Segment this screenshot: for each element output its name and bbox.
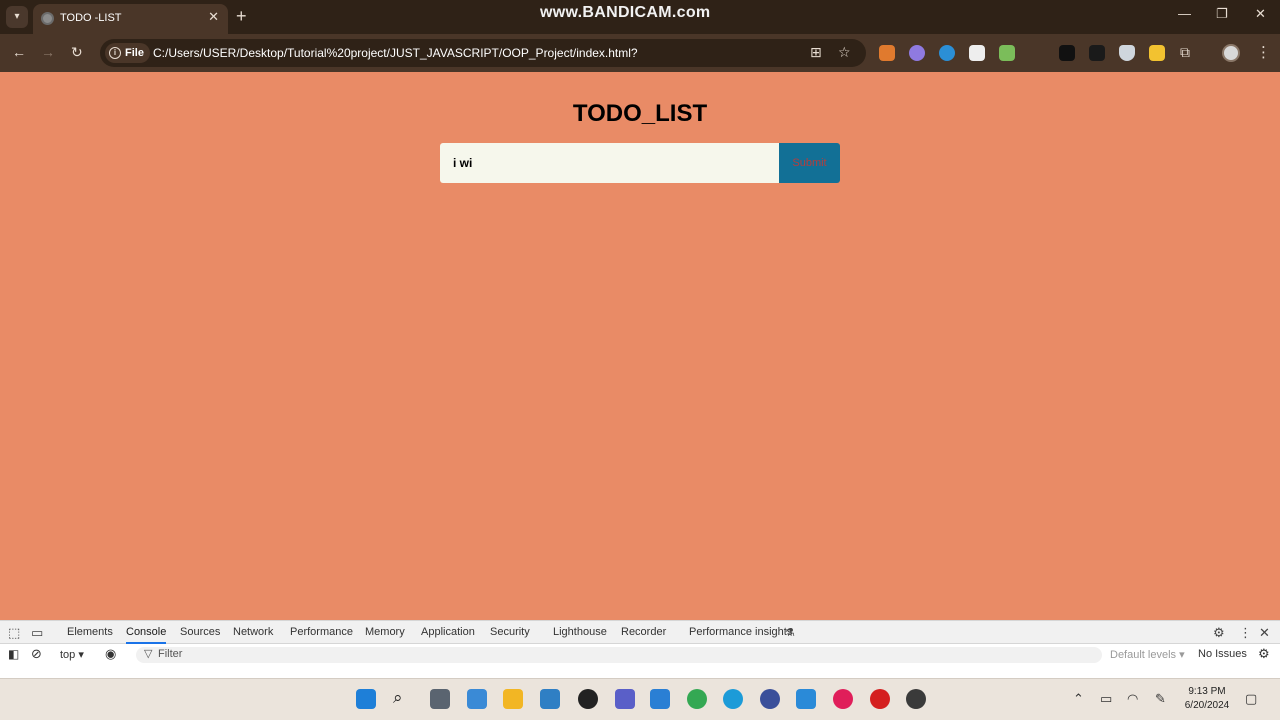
profile-icon[interactable] xyxy=(1222,44,1240,62)
url-text[interactable]: C:/Users/USER/Desktop/Tutorial%20project… xyxy=(153,46,638,60)
tab-search-icon[interactable]: ▾ xyxy=(6,6,28,28)
windows-start-icon[interactable] xyxy=(356,689,376,709)
log-levels-label: Default levels xyxy=(1110,649,1177,661)
sidebar-toggle-icon[interactable]: ◧ xyxy=(8,647,19,661)
page-title: TODO_LIST xyxy=(572,100,708,127)
tab-performance[interactable]: Performance xyxy=(290,626,353,638)
close-icon[interactable]: ✕ xyxy=(208,9,219,25)
tab-sources[interactable]: Sources xyxy=(180,626,220,638)
devtools-menu-icon[interactable]: ⋮ xyxy=(1239,625,1252,641)
eye-icon[interactable]: ◉ xyxy=(105,646,116,662)
clock-date: 6/20/2024 xyxy=(1184,700,1230,711)
chrome-icon[interactable] xyxy=(687,689,707,709)
maximize-icon[interactable]: ❐ xyxy=(1216,6,1228,22)
widgets-icon[interactable] xyxy=(467,689,487,709)
leaf-extension-icon[interactable] xyxy=(999,45,1015,61)
pen-icon[interactable]: ✎ xyxy=(1155,691,1166,707)
site-info-label: File xyxy=(125,47,144,59)
devtools-tab-bar: ⬚ ▭ Elements Console Sources Network Per… xyxy=(0,621,1280,644)
github-icon[interactable] xyxy=(578,689,598,709)
qr-extension-icon[interactable] xyxy=(969,45,985,61)
browser-tab[interactable]: TODO -LIST ✕ xyxy=(33,4,228,34)
recorder-watermark: www.BANDICAM.com xyxy=(540,4,711,21)
teams-icon[interactable] xyxy=(615,689,635,709)
clock[interactable]: 9:13 PM 6/20/2024 xyxy=(1180,685,1234,713)
settings-gear-icon[interactable]: ⚙ xyxy=(1213,625,1225,641)
notification-icon[interactable]: ▢ xyxy=(1245,691,1257,707)
context-value: top xyxy=(60,649,76,661)
edge-icon[interactable] xyxy=(723,689,743,709)
plus-icon[interactable]: + xyxy=(236,6,247,26)
ghost-extension-icon[interactable] xyxy=(909,45,925,61)
search-icon[interactable]: ⌕ xyxy=(393,688,403,708)
todo-form: Submit xyxy=(440,143,840,183)
info-icon: i xyxy=(109,47,121,59)
battery-icon[interactable]: ▭ xyxy=(1100,691,1112,707)
copilot-icon[interactable] xyxy=(760,689,780,709)
filter-input[interactable]: ▽ Filter xyxy=(136,647,1102,663)
tab-console[interactable]: Console xyxy=(126,626,167,644)
minimize-icon[interactable]: — xyxy=(1178,6,1191,21)
tab-elements[interactable]: Elements xyxy=(67,626,113,638)
fox-extension-icon[interactable] xyxy=(879,45,895,61)
menu-icon[interactable]: ⋮ xyxy=(1256,43,1271,61)
tab-lighthouse[interactable]: Lighthouse xyxy=(553,626,607,638)
submit-button[interactable]: Submit xyxy=(779,143,840,183)
address-bar[interactable]: i File C:/Users/USER/Desktop/Tutorial%20… xyxy=(100,39,866,67)
console-settings-icon[interactable]: ⚙ xyxy=(1258,646,1270,662)
windows-taskbar: ⌕ ⌃ ▭ ◠ ✎ 9:13 PM 6/20/2024 ▢ xyxy=(0,678,1280,720)
shield-extension-icon[interactable] xyxy=(1119,45,1135,61)
server-app-icon[interactable] xyxy=(540,689,560,709)
devtools-panel: ⬚ ▭ Elements Console Sources Network Per… xyxy=(0,620,1280,678)
filter-icon: ▽ xyxy=(144,648,153,660)
todo-input[interactable] xyxy=(440,143,779,183)
file-explorer-icon[interactable] xyxy=(503,689,523,709)
inspect-icon[interactable]: ⬚ xyxy=(8,625,20,641)
star-icon[interactable]: ☆ xyxy=(838,44,851,61)
translate-icon[interactable]: ⊞ xyxy=(810,44,822,61)
device-toolbar-icon[interactable]: ▭ xyxy=(31,625,43,641)
console-toolbar: ◧ ⊘ top ▾ ◉ ▽ Filter Default levels ▾ No… xyxy=(0,644,1280,666)
store-icon[interactable] xyxy=(650,689,670,709)
context-select[interactable]: top ▾ xyxy=(60,648,84,661)
log-levels-dropdown[interactable]: Default levels ▾ xyxy=(1110,648,1185,661)
issues-counter[interactable]: No Issues xyxy=(1198,648,1247,660)
tab-recorder[interactable]: Recorder xyxy=(621,626,666,638)
flask-icon: ⚗ xyxy=(785,627,795,639)
extensions-icon[interactable]: ⧉ xyxy=(1180,44,1190,61)
tab-network[interactable]: Network xyxy=(233,626,273,638)
chevron-up-icon[interactable]: ⌃ xyxy=(1073,691,1084,707)
tab-security[interactable]: Security xyxy=(490,626,530,638)
vscode-icon[interactable] xyxy=(796,689,816,709)
browser-toolbar: ← → ↻ i File C:/Users/USER/Desktop/Tutor… xyxy=(0,34,1280,72)
yellow-extension-icon[interactable] xyxy=(1149,45,1165,61)
clock-time: 9:13 PM xyxy=(1188,686,1226,697)
forward-icon[interactable]: → xyxy=(41,44,55,60)
site-info-chip[interactable]: i File xyxy=(105,43,150,63)
reload-icon[interactable]: ↻ xyxy=(71,44,83,61)
slack-icon[interactable] xyxy=(833,689,853,709)
tab-memory[interactable]: Memory xyxy=(365,626,405,638)
window-close-icon[interactable]: ✕ xyxy=(1255,6,1266,22)
globe-icon xyxy=(41,12,54,25)
devtools-close-icon[interactable]: ✕ xyxy=(1259,625,1270,641)
tab-title: TODO -LIST xyxy=(60,12,122,24)
v-extension-icon[interactable] xyxy=(939,45,955,61)
clear-console-icon[interactable]: ⊘ xyxy=(31,646,42,662)
task-view-icon[interactable] xyxy=(430,689,450,709)
tab-application[interactable]: Application xyxy=(421,626,475,638)
filter-placeholder: Filter xyxy=(158,648,183,660)
record-icon[interactable] xyxy=(870,689,890,709)
wifi-icon[interactable]: ◠ xyxy=(1127,691,1138,707)
media-player-icon[interactable] xyxy=(906,689,926,709)
back-icon[interactable]: ← xyxy=(12,44,26,60)
x-extension-icon[interactable] xyxy=(1089,45,1105,61)
s-extension-icon[interactable] xyxy=(1059,45,1075,61)
browser-tab-strip: ▾ TODO -LIST ✕ + www.BANDICAM.com — ❐ ✕ xyxy=(0,0,1280,34)
tab-performance-insights[interactable]: Performance insights xyxy=(689,626,792,638)
